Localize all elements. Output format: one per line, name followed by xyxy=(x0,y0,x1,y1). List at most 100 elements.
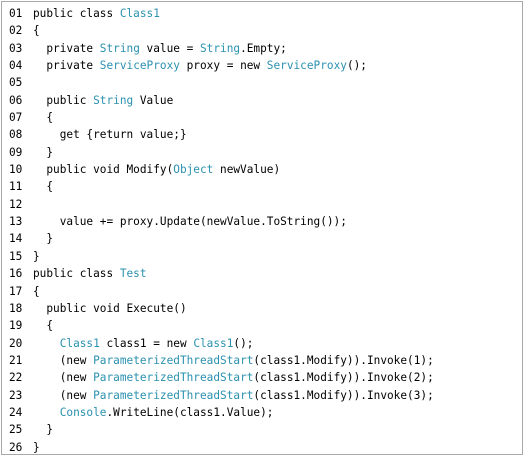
code-line: 12 xyxy=(9,196,434,213)
code-line: 16 public class Test xyxy=(9,265,434,282)
code-line: 01 public class Class1 xyxy=(9,5,434,22)
line-number: 19 xyxy=(9,319,23,333)
code-token: { xyxy=(33,284,40,298)
code-token: (new xyxy=(33,353,94,367)
line-number: 17 xyxy=(9,284,23,298)
line-number: 09 xyxy=(9,145,23,159)
code-line: 15} xyxy=(9,248,434,265)
code-token: public xyxy=(33,93,94,107)
code-token: private xyxy=(33,59,100,73)
code-line: 13 value += proxy.Update(newValue.ToStri… xyxy=(9,213,434,230)
code-line: 26} xyxy=(9,439,434,456)
line-number: 02 xyxy=(9,24,23,38)
code-token: (); xyxy=(346,59,367,73)
code-token: value += proxy.Update(newValue.ToString(… xyxy=(33,215,347,229)
type-token: ParameterizedThreadStart xyxy=(93,353,254,367)
code-line: 25 } xyxy=(9,421,434,438)
code-line: 03 private String value = String.Empty; xyxy=(9,40,434,57)
code-line: 04 private ServiceProxy proxy = new Serv… xyxy=(9,57,434,74)
code-token: (new xyxy=(33,388,94,402)
code-line: 10 public void Modify(Object newValue) xyxy=(9,161,434,178)
code-token: get {return value;} xyxy=(33,128,187,142)
code-token: { xyxy=(33,319,54,333)
line-number: 21 xyxy=(9,353,23,367)
line-number: 11 xyxy=(9,180,23,194)
line-number: 01 xyxy=(9,7,23,20)
code-line: 20 Class1 class1 = new Class1(); xyxy=(9,335,434,352)
type-token: Class1 xyxy=(193,336,234,350)
code-line: 18 public void Execute() xyxy=(9,300,434,317)
code-token: } xyxy=(33,232,54,246)
line-number: 13 xyxy=(9,215,23,229)
line-number: 16 xyxy=(9,267,23,281)
code-token: newValue) xyxy=(213,163,281,177)
code-line: 23 (new ParameterizedThreadStart(class1.… xyxy=(9,387,434,404)
line-number: 04 xyxy=(9,59,23,73)
type-token: Object xyxy=(173,163,214,177)
code-listing: 01 public class Class1 02 {03 private Strin… xyxy=(1,1,523,455)
type-token: ServiceProxy xyxy=(99,59,180,73)
code-token: (class1.Modify)).Invoke(3); xyxy=(253,388,434,402)
type-token: String xyxy=(200,41,241,55)
line-number: 10 xyxy=(9,163,23,177)
code-line: 21 (new ParameterizedThreadStart(class1.… xyxy=(9,352,434,369)
line-number: 24 xyxy=(9,405,23,419)
code-token: public void Modify( xyxy=(33,163,174,177)
code-token: { xyxy=(33,24,40,38)
code-token: private xyxy=(33,41,100,55)
line-number: 05 xyxy=(9,76,23,90)
code-token: (new xyxy=(33,371,94,385)
code-token: public void Execute() xyxy=(33,301,187,315)
code-token: } xyxy=(33,423,54,437)
code-line: 08 get {return value;} xyxy=(9,126,434,143)
code-token: (class1.Modify)).Invoke(1); xyxy=(253,353,434,367)
code-token: { xyxy=(33,111,54,125)
line-number: 23 xyxy=(9,388,23,402)
type-token: Class1 xyxy=(59,336,100,350)
code-token: } xyxy=(33,249,40,263)
line-number: 14 xyxy=(9,232,23,246)
line-number: 22 xyxy=(9,371,23,385)
type-token: Console xyxy=(59,405,107,419)
line-number: 07 xyxy=(9,111,23,125)
type-token: String xyxy=(99,41,140,55)
code-token: .WriteLine(class1.Value); xyxy=(106,405,274,419)
code-token: } xyxy=(33,145,54,159)
line-number: 03 xyxy=(9,41,23,55)
code-line: 05 xyxy=(9,74,434,91)
code-token: (class1.Modify)).Invoke(2); xyxy=(253,371,434,385)
code-line: 17 { xyxy=(9,283,434,300)
code-line: 22 (new ParameterizedThreadStart(class1.… xyxy=(9,369,434,386)
line-number: 25 xyxy=(9,423,23,437)
code-line: 11 { xyxy=(9,178,434,195)
code-lines: 01 public class Class1 02 {03 private Strin… xyxy=(9,5,434,456)
code-line: 09 } xyxy=(9,144,434,161)
type-token: Test xyxy=(119,267,147,281)
code-token: public class xyxy=(33,7,120,20)
code-token: Value xyxy=(133,93,174,107)
code-token: (); xyxy=(233,336,254,350)
type-token: ServiceProxy xyxy=(266,59,347,73)
code-line: 14 } xyxy=(9,230,434,247)
code-token: } xyxy=(33,440,40,454)
code-token: proxy = new xyxy=(179,59,267,73)
type-token: Class1 xyxy=(119,7,160,20)
code-line: 06 public String Value xyxy=(9,92,434,109)
code-line: 07 { xyxy=(9,109,434,126)
code-line: 24 Console.WriteLine(class1.Value); xyxy=(9,404,434,421)
line-number: 12 xyxy=(9,197,23,211)
code-token: public class xyxy=(33,267,120,281)
code-token: value = xyxy=(139,41,200,55)
type-token: String xyxy=(93,93,134,107)
line-number: 15 xyxy=(9,249,23,263)
line-number: 26 xyxy=(9,440,23,454)
code-token: { xyxy=(33,180,54,194)
line-number: 08 xyxy=(9,128,23,142)
code-line: 19 { xyxy=(9,317,434,334)
type-token: ParameterizedThreadStart xyxy=(93,388,254,402)
code-token: class1 = new xyxy=(99,336,194,350)
code-line: 02 { xyxy=(9,22,434,39)
type-token: ParameterizedThreadStart xyxy=(93,371,254,385)
